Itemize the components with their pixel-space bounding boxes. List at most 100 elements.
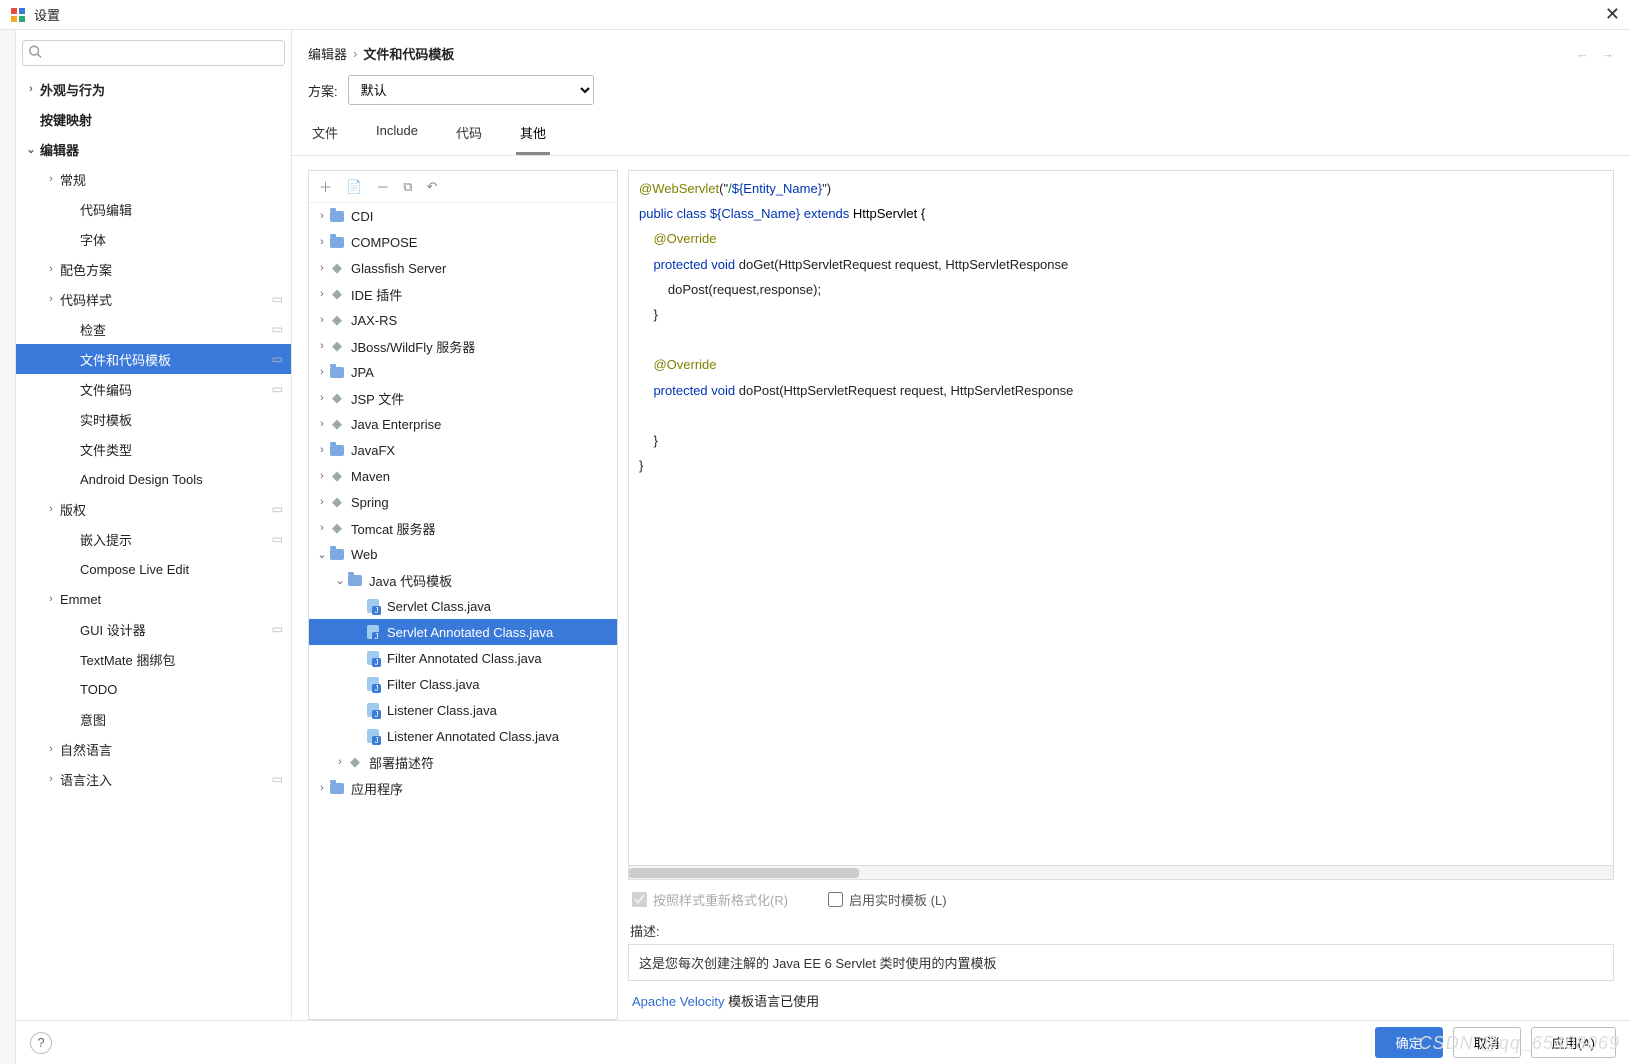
chevron-down-icon[interactable]: ⌄ <box>333 574 347 587</box>
chevron-right-icon[interactable]: › <box>315 366 329 378</box>
chevron-right-icon[interactable]: › <box>42 173 60 185</box>
sidebar-item[interactable]: ›检查▭ <box>16 314 291 344</box>
live-template-checkbox[interactable]: 启用实时模板 (L) <box>828 890 947 909</box>
sidebar-item[interactable]: ›代码样式▭ <box>16 284 291 314</box>
chevron-right-icon[interactable]: › <box>315 496 329 508</box>
copy-template-icon[interactable]: 📄 <box>346 179 362 195</box>
sidebar-item[interactable]: ›文件类型 <box>16 434 291 464</box>
chevron-right-icon[interactable]: › <box>315 236 329 248</box>
chevron-right-icon[interactable]: › <box>315 522 329 534</box>
description-box: 这是您每次创建注解的 Java EE 6 Servlet 类时使用的内置模板 <box>628 944 1614 981</box>
chevron-down-icon[interactable]: ⌄ <box>315 548 329 561</box>
sidebar-item[interactable]: ›GUI 设计器▭ <box>16 614 291 644</box>
chevron-right-icon[interactable]: › <box>42 743 60 755</box>
chevron-right-icon[interactable]: › <box>42 593 60 605</box>
breadcrumb-parent[interactable]: 编辑器 <box>308 44 347 63</box>
chevron-right-icon[interactable]: › <box>42 503 60 515</box>
sidebar-item[interactable]: ›Emmet <box>16 584 291 614</box>
sidebar-item[interactable]: ›文件编码▭ <box>16 374 291 404</box>
sidebar-item[interactable]: ›意图 <box>16 704 291 734</box>
chevron-right-icon[interactable]: › <box>42 773 60 785</box>
sidebar-item[interactable]: ›常规 <box>16 164 291 194</box>
template-folder[interactable]: ›◆JBoss/WildFly 服务器 <box>309 333 617 359</box>
template-folder[interactable]: ›◆JSP 文件 <box>309 385 617 411</box>
template-folder[interactable]: ⌄Java 代码模板 <box>309 567 617 593</box>
chevron-right-icon[interactable]: › <box>315 782 329 794</box>
sidebar-item[interactable]: ›文件和代码模板▭ <box>16 344 291 374</box>
chevron-right-icon[interactable]: › <box>315 340 329 352</box>
chevron-right-icon[interactable]: › <box>22 83 40 95</box>
code-editor[interactable]: @WebServlet("/${Entity_Name}") public cl… <box>628 170 1614 866</box>
sidebar-item[interactable]: ›自然语言 <box>16 734 291 764</box>
ok-button[interactable]: 确定 <box>1375 1027 1443 1058</box>
undo-icon[interactable]: ↶ <box>427 179 438 195</box>
remove-icon[interactable]: － <box>376 177 389 196</box>
java-file-icon <box>365 598 381 614</box>
sidebar-item[interactable]: ⌄编辑器 <box>16 134 291 164</box>
search-input[interactable] <box>22 40 285 66</box>
help-button[interactable]: ? <box>30 1032 52 1054</box>
sidebar-item[interactable]: ›外观与行为 <box>16 74 291 104</box>
chevron-down-icon[interactable]: ⌄ <box>22 143 40 156</box>
template-folder[interactable]: ›应用程序 <box>309 775 617 801</box>
sidebar-item[interactable]: ›版权▭ <box>16 494 291 524</box>
template-folder[interactable]: ›◆Maven <box>309 463 617 489</box>
template-folder[interactable]: ›◆Java Enterprise <box>309 411 617 437</box>
chevron-right-icon[interactable]: › <box>315 444 329 456</box>
chevron-right-icon[interactable]: › <box>315 470 329 482</box>
chevron-right-icon[interactable]: › <box>315 288 329 300</box>
template-folder[interactable]: ›◆JAX-RS <box>309 307 617 333</box>
sidebar-item[interactable]: ›代码编辑 <box>16 194 291 224</box>
apply-button[interactable]: 应用(A) <box>1531 1027 1616 1058</box>
chevron-right-icon[interactable]: › <box>315 210 329 222</box>
tab[interactable]: Include <box>372 115 422 155</box>
nav-forward-icon[interactable]: → <box>1601 46 1614 61</box>
velocity-link[interactable]: Apache Velocity <box>632 994 725 1009</box>
sidebar-item[interactable]: ›实时模板 <box>16 404 291 434</box>
template-folder[interactable]: ›JPA <box>309 359 617 385</box>
chevron-right-icon[interactable]: › <box>315 418 329 430</box>
template-folder[interactable]: ›COMPOSE <box>309 229 617 255</box>
template-file[interactable]: ›Listener Annotated Class.java <box>309 723 617 749</box>
template-file[interactable]: ›Servlet Class.java <box>309 593 617 619</box>
sidebar-item[interactable]: ›字体 <box>16 224 291 254</box>
template-file[interactable]: ›Filter Class.java <box>309 671 617 697</box>
sidebar-item[interactable]: ›TODO <box>16 674 291 704</box>
copy-icon[interactable]: ⧉ <box>403 179 412 195</box>
cancel-button[interactable]: 取消 <box>1453 1027 1521 1058</box>
scheme-select[interactable]: 默认 <box>348 75 594 105</box>
chevron-right-icon[interactable]: › <box>333 756 347 768</box>
tab[interactable]: 代码 <box>452 115 486 155</box>
tab[interactable]: 其他 <box>516 115 550 155</box>
template-folder[interactable]: ›◆IDE 插件 <box>309 281 617 307</box>
sidebar-item[interactable]: ›语言注入▭ <box>16 764 291 794</box>
chevron-right-icon[interactable]: › <box>42 293 60 305</box>
template-file[interactable]: ›Filter Annotated Class.java <box>309 645 617 671</box>
template-folder[interactable]: ›◆Spring <box>309 489 617 515</box>
java-file-icon <box>365 624 381 640</box>
tab[interactable]: 文件 <box>308 115 342 155</box>
sidebar-item[interactable]: ›Compose Live Edit <box>16 554 291 584</box>
chevron-right-icon[interactable]: › <box>42 263 60 275</box>
chevron-right-icon[interactable]: › <box>315 392 329 404</box>
editor-scrollbar[interactable] <box>628 866 1614 880</box>
chevron-right-icon[interactable]: › <box>315 314 329 326</box>
sidebar-item[interactable]: ›嵌入提示▭ <box>16 524 291 554</box>
add-icon[interactable]: ＋ <box>319 177 332 196</box>
template-folder[interactable]: ›◆Tomcat 服务器 <box>309 515 617 541</box>
template-file[interactable]: ›Servlet Annotated Class.java <box>309 619 617 645</box>
sidebar-item[interactable]: ›按键映射 <box>16 104 291 134</box>
chevron-right-icon[interactable]: › <box>315 262 329 274</box>
sidebar-item[interactable]: ›Android Design Tools <box>16 464 291 494</box>
template-folder[interactable]: ›◆部署描述符 <box>309 749 617 775</box>
sidebar-item-label: 文件编码 <box>80 380 132 399</box>
close-icon[interactable]: ✕ <box>1605 4 1620 25</box>
template-folder[interactable]: ›◆Glassfish Server <box>309 255 617 281</box>
nav-back-icon[interactable]: ← <box>1576 46 1589 61</box>
template-folder[interactable]: ›JavaFX <box>309 437 617 463</box>
template-folder[interactable]: ›CDI <box>309 203 617 229</box>
sidebar-item[interactable]: ›TextMate 捆绑包 <box>16 644 291 674</box>
template-folder[interactable]: ⌄Web <box>309 541 617 567</box>
sidebar-item[interactable]: ›配色方案 <box>16 254 291 284</box>
template-file[interactable]: ›Listener Class.java <box>309 697 617 723</box>
